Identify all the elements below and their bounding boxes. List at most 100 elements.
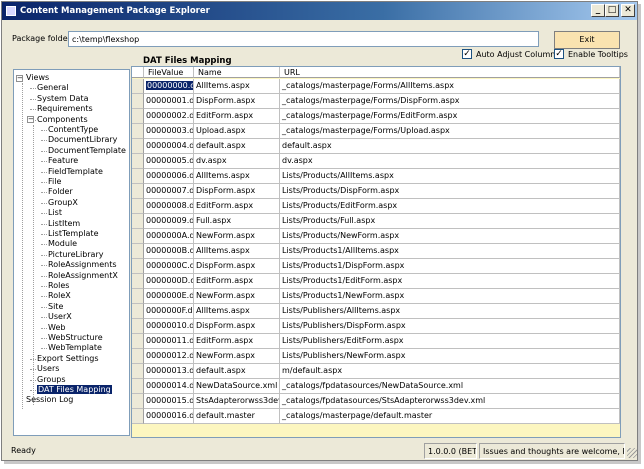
cell-url[interactable]: Lists/Products1/DispForm.aspx <box>280 259 620 274</box>
cell-url[interactable]: _catalogs/masterpage/Forms/DispForm.aspx <box>280 94 620 109</box>
row-header[interactable] <box>132 349 144 364</box>
row-header[interactable] <box>132 379 144 394</box>
cell-filevalue[interactable]: 00000012.dat <box>144 349 194 364</box>
cell-name[interactable]: AllItems.aspx <box>194 304 280 319</box>
tree-item[interactable]: GroupX <box>48 198 78 208</box>
cell-name[interactable]: NewForm.aspx <box>194 349 280 364</box>
row-header[interactable] <box>132 109 144 124</box>
cell-url[interactable]: default.aspx <box>280 139 620 154</box>
tree-item[interactable]: PictureLibrary <box>48 250 103 260</box>
cell-filevalue[interactable]: 00000002.dat <box>144 109 194 124</box>
row-header[interactable] <box>132 184 144 199</box>
tree-item[interactable]: List <box>48 208 62 218</box>
cell-url[interactable]: dv.aspx <box>280 154 620 169</box>
cell-name[interactable]: default.aspx <box>194 364 280 379</box>
cell-name[interactable]: DispForm.aspx <box>194 184 280 199</box>
tree-item[interactable]: Users <box>37 364 59 374</box>
cell-url[interactable]: Lists/Products/NewForm.aspx <box>280 229 620 244</box>
tree-item[interactable]: ListItem <box>48 219 80 229</box>
row-header[interactable] <box>132 319 144 334</box>
tree-item[interactable]: RoleAssignments <box>48 260 117 270</box>
row-header[interactable] <box>132 199 144 214</box>
row-header[interactable] <box>132 154 144 169</box>
cell-filevalue[interactable]: 00000000.dat <box>144 79 194 94</box>
row-header[interactable] <box>132 244 144 259</box>
row-header[interactable] <box>132 94 144 109</box>
tree-item[interactable]: WebStructure <box>48 333 103 343</box>
tree-item[interactable]: DocumentLibrary <box>48 135 117 145</box>
cell-url[interactable]: Lists/Products/EditForm.aspx <box>280 199 620 214</box>
tree-item[interactable]: Site <box>48 302 63 312</box>
cell-name[interactable]: DispForm.aspx <box>194 259 280 274</box>
cell-name[interactable]: AllItems.aspx <box>194 169 280 184</box>
navigation-tree[interactable]: Views − General System Data Requirements Comp… <box>13 69 130 436</box>
cell-name[interactable]: DispForm.aspx <box>194 94 280 109</box>
cell-url[interactable]: _catalogs/masterpage/Forms/AllItems.aspx <box>280 79 620 94</box>
tree-item[interactable]: FieldTemplate <box>48 167 103 177</box>
cell-name[interactable]: NewForm.aspx <box>194 289 280 304</box>
cell-url[interactable]: Lists/Publishers/DispForm.aspx <box>280 319 620 334</box>
tree-item[interactable]: Export Settings <box>37 354 99 364</box>
cell-url[interactable]: _catalogs/masterpage/Forms/Upload.aspx <box>280 124 620 139</box>
tree-item[interactable]: UserX <box>48 312 72 322</box>
cell-filevalue[interactable]: 00000006.dat <box>144 169 194 184</box>
cell-name[interactable]: DispForm.aspx <box>194 319 280 334</box>
row-header[interactable] <box>132 139 144 154</box>
dat-files-grid[interactable]: FileValue Name URL 00000000.datAllItems.… <box>131 66 621 438</box>
column-header-filevalue[interactable]: FileValue <box>144 67 194 78</box>
cell-name[interactable]: StsAdapterorwss3dev.xml <box>194 394 280 409</box>
cell-name[interactable]: Upload.aspx <box>194 124 280 139</box>
cell-name[interactable]: AllItems.aspx <box>194 79 280 94</box>
cell-filevalue[interactable]: 0000000F.dat <box>144 304 194 319</box>
package-folder-input[interactable] <box>68 31 539 47</box>
cell-filevalue[interactable]: 00000007.dat <box>144 184 194 199</box>
tree-item[interactable]: ListTemplate <box>48 229 99 239</box>
cell-url[interactable]: Lists/Products1/EditForm.aspx <box>280 274 620 289</box>
cell-url[interactable]: Lists/Products/AllItems.aspx <box>280 169 620 184</box>
cell-url[interactable]: _catalogs/masterpage/default.master <box>280 409 620 424</box>
cell-name[interactable]: default.aspx <box>194 139 280 154</box>
minimize-button[interactable]: _ <box>591 4 605 17</box>
tree-item[interactable]: Module <box>48 239 77 249</box>
tree-item[interactable]: DocumentTemplate <box>48 146 126 156</box>
cell-filevalue[interactable]: 00000005.dat <box>144 154 194 169</box>
cell-url[interactable]: _catalogs/fpdatasources/NewDataSource.xm… <box>280 379 620 394</box>
title-bar[interactable]: Content Management Package Explorer _ □ … <box>2 2 637 20</box>
row-header[interactable] <box>132 79 144 94</box>
exit-button[interactable]: Exit <box>554 31 620 49</box>
enable-tooltips-checkbox[interactable]: ✓ Enable Tooltips <box>554 49 628 59</box>
cell-filevalue[interactable]: 0000000B.dat <box>144 244 194 259</box>
cell-filevalue[interactable]: 00000014.dat <box>144 379 194 394</box>
cell-url[interactable]: Lists/Products1/AllItems.aspx <box>280 244 620 259</box>
cell-url[interactable]: Lists/Products1/NewForm.aspx <box>280 289 620 304</box>
close-button[interactable]: ✕ <box>621 4 635 17</box>
row-header[interactable] <box>132 409 144 424</box>
cell-filevalue[interactable]: 00000009.dat <box>144 214 194 229</box>
cell-filevalue[interactable]: 00000010.dat <box>144 319 194 334</box>
tree-item[interactable]: General <box>37 83 69 93</box>
tree-item[interactable]: DAT Files Mapping <box>37 385 112 395</box>
cell-url[interactable]: Lists/Products/Full.aspx <box>280 214 620 229</box>
cell-filevalue[interactable]: 0000000D.dat <box>144 274 194 289</box>
checkbox-check-icon[interactable]: ✓ <box>462 49 472 59</box>
checkbox-check-icon[interactable]: ✓ <box>554 49 564 59</box>
row-header[interactable] <box>132 274 144 289</box>
row-header[interactable] <box>132 169 144 184</box>
cell-url[interactable]: Lists/Publishers/NewForm.aspx <box>280 349 620 364</box>
row-header[interactable] <box>132 124 144 139</box>
collapse-icon[interactable]: − <box>16 74 23 82</box>
row-header[interactable] <box>132 334 144 349</box>
collapse-icon[interactable]: − <box>27 116 34 124</box>
cell-name[interactable]: AllItems.aspx <box>194 244 280 259</box>
row-header[interactable] <box>132 394 144 409</box>
column-header-url[interactable]: URL <box>280 67 620 78</box>
cell-filevalue[interactable]: 00000004.dat <box>144 139 194 154</box>
tree-item[interactable]: Roles <box>48 281 69 291</box>
cell-url[interactable]: Lists/Publishers/EditForm.aspx <box>280 334 620 349</box>
cell-name[interactable]: Full.aspx <box>194 214 280 229</box>
cell-filevalue[interactable]: 00000008.dat <box>144 199 194 214</box>
cell-filevalue[interactable]: 00000016.dat <box>144 409 194 424</box>
cell-filevalue[interactable]: 00000015.dat <box>144 394 194 409</box>
cell-name[interactable]: NewForm.aspx <box>194 229 280 244</box>
cell-url[interactable]: Lists/Products/DispForm.aspx <box>280 184 620 199</box>
